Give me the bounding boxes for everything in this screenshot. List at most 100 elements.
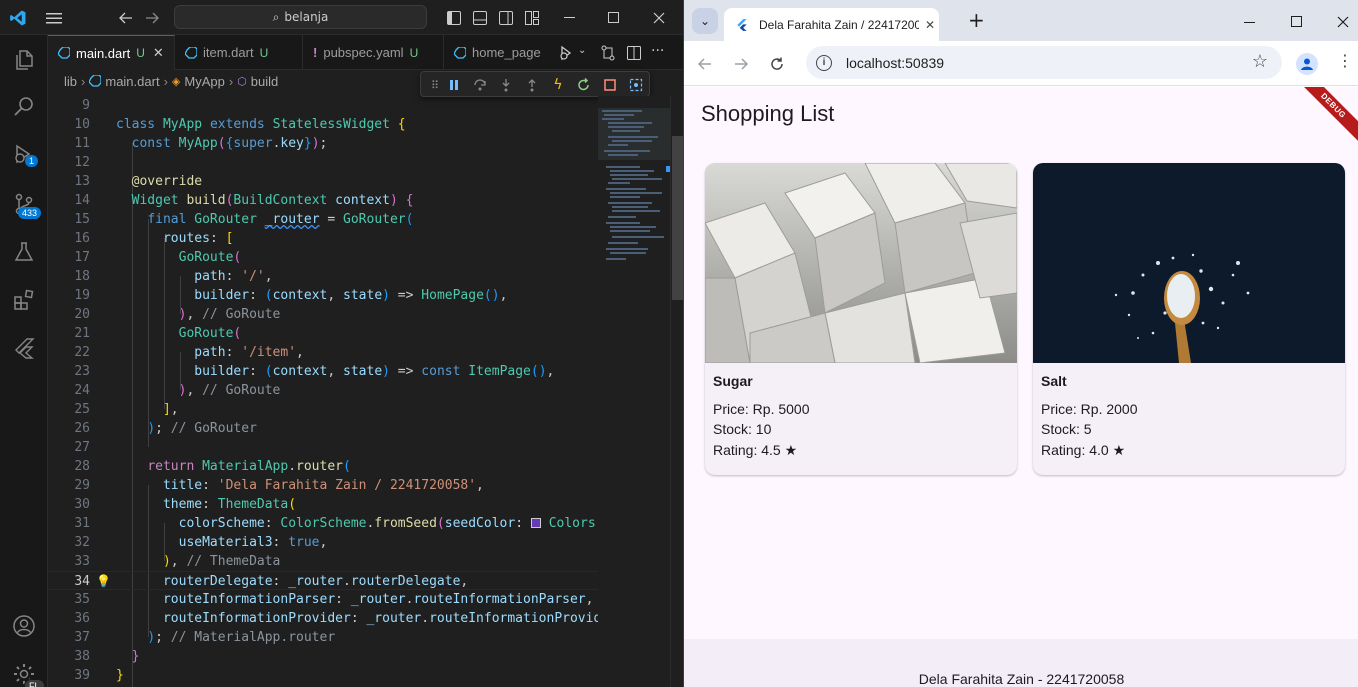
untracked-badge: U (409, 45, 419, 60)
tab-main-dart[interactable]: main.dart U ✕ (48, 35, 175, 70)
profile-icon (1301, 58, 1313, 70)
address-bar[interactable]: i localhost:50839 ☆ (806, 46, 1282, 79)
minimize-icon[interactable] (556, 0, 584, 35)
code-line: 15 final GoRouter _router = GoRouter( (74, 212, 414, 227)
code-line: 11 const MyApp({super.key}); (74, 136, 328, 151)
run-debug-icon[interactable]: 1 (0, 131, 48, 177)
screen: ⌕ belanja 1 433 FL main.dart U ✕ item.da… (0, 0, 1358, 687)
code-line: 14 Widget build(BuildContext context) { (74, 193, 414, 208)
extensions-icon[interactable] (0, 277, 48, 323)
vscode-window: ⌕ belanja 1 433 FL main.dart U ✕ item.da… (0, 0, 683, 687)
forward-arrow-icon[interactable] (734, 56, 749, 75)
code-line: 17 GoRoute( (74, 250, 242, 265)
reload-icon[interactable] (770, 56, 784, 75)
stop-icon[interactable] (601, 76, 619, 94)
step-out-icon[interactable] (523, 76, 541, 94)
code-line: 35 routeInformationParser: _router.route… (74, 592, 594, 607)
code-line: 25 ], (74, 402, 179, 417)
browser-tab-active[interactable]: Dela Farahita Zain / 2241720058 ✕ (724, 8, 939, 41)
minimap[interactable] (598, 96, 670, 687)
code-line: 22 path: '/item', (74, 345, 304, 360)
back-arrow-icon[interactable] (114, 0, 138, 35)
breadcrumb-item[interactable]: lib (64, 74, 77, 89)
product-card-salt[interactable]: Salt Price: Rp. 2000 Stock: 5 Rating: 4.… (1033, 163, 1345, 475)
step-into-icon[interactable] (497, 76, 515, 94)
app-footer: Dela Farahita Zain - 2241720058 (684, 639, 1358, 687)
explorer-icon[interactable] (0, 37, 48, 83)
tab-pubspec-yaml[interactable]: ! pubspec.yaml U (303, 35, 444, 70)
more-actions-icon[interactable]: ··· (651, 43, 664, 59)
tab-home-page[interactable]: home_page (444, 35, 566, 70)
compare-changes-icon[interactable] (600, 45, 616, 61)
breadcrumb-item[interactable]: MyApp (184, 74, 224, 89)
site-info-icon[interactable]: i (816, 54, 832, 71)
toggle-primary-sidebar-icon[interactable] (443, 0, 465, 35)
run-debug-dropdown-icon[interactable] (558, 44, 576, 62)
code-line: 16 routes: [ (74, 231, 234, 246)
code-line: 18 path: '/', (74, 269, 273, 284)
product-name: Salt (1041, 373, 1067, 389)
editor-scrollbar[interactable] (670, 96, 683, 687)
account-icon[interactable] (0, 603, 48, 649)
code-line: 12 (74, 155, 90, 170)
page-title: Shopping List (701, 101, 835, 126)
footer-text: Dela Farahita Zain - 2241720058 (918, 671, 1125, 687)
pause-icon[interactable] (445, 76, 463, 94)
minimize-icon[interactable] (1244, 13, 1256, 32)
menu-icon[interactable] (42, 0, 66, 35)
step-over-icon[interactable] (471, 76, 489, 94)
product-price: Price: Rp. 5000 (713, 401, 810, 417)
tab-close-icon[interactable]: ✕ (925, 18, 935, 32)
toggle-panel-icon[interactable] (469, 0, 491, 35)
code-line: 21 GoRoute( (74, 326, 242, 341)
close-icon[interactable] (645, 0, 673, 35)
product-card-sugar[interactable]: Sugar Price: Rp. 5000 Stock: 10 Rating: … (705, 163, 1017, 475)
lightbulb-icon[interactable]: 💡 (96, 572, 111, 591)
untracked-badge: U (259, 45, 269, 60)
maximize-icon[interactable] (600, 0, 628, 35)
tab-search-icon[interactable]: ⌄ (692, 8, 718, 34)
breadcrumb-item[interactable]: main.dart (105, 74, 159, 89)
chrome-menu-icon[interactable]: ⋮ (1337, 53, 1353, 69)
manage-gear-icon[interactable]: FL (0, 651, 48, 687)
maximize-icon[interactable] (1291, 13, 1303, 32)
search-sidebar-icon[interactable] (0, 83, 48, 129)
code-line: 19 builder: (context, state) => HomePage… (74, 288, 508, 303)
url-text: localhost:50839 (846, 54, 945, 71)
code-line: 27 (74, 440, 90, 455)
back-arrow-icon[interactable] (697, 56, 712, 75)
product-rating: Rating: 4.0 ★ (1041, 442, 1126, 458)
code-editor[interactable]: 9 10 class MyApp extends StatelessWidget … (48, 96, 611, 687)
forward-arrow-icon[interactable] (140, 0, 164, 35)
editor-tabs: main.dart U ✕ item.dart U ! pubspec.yaml… (48, 35, 683, 70)
salt-image (1033, 163, 1345, 363)
command-center-search[interactable]: ⌕ belanja (174, 5, 427, 29)
yaml-file-icon: ! (313, 45, 318, 60)
bookmark-star-icon[interactable]: ☆ (1252, 51, 1268, 72)
toggle-secondary-sidebar-icon[interactable] (495, 0, 517, 35)
flutter-icon[interactable] (0, 325, 48, 371)
tab-close-icon[interactable]: ✕ (153, 45, 164, 61)
drag-handle-icon[interactable]: ⠿ (426, 76, 444, 94)
hot-restart-icon[interactable] (575, 76, 593, 94)
code-line: 26 ); // GoRouter (74, 421, 257, 436)
widget-inspector-icon[interactable] (627, 76, 645, 94)
source-control-icon[interactable]: 433 (0, 181, 48, 227)
code-line: 20 ), // GoRoute (74, 307, 281, 322)
new-tab-icon[interactable]: + (968, 9, 985, 31)
customize-layout-icon[interactable] (521, 0, 543, 35)
close-icon[interactable] (1337, 13, 1349, 32)
profile-avatar[interactable] (1296, 53, 1318, 75)
product-price: Price: Rp. 2000 (1041, 401, 1138, 417)
run-debug-badge: 1 (25, 155, 39, 167)
chevron-down-icon[interactable]: ⌄ (578, 45, 586, 56)
split-editor-icon[interactable] (626, 45, 642, 61)
chevron-right-icon: › (228, 73, 234, 89)
scrollbar-thumb[interactable] (672, 136, 683, 300)
tab-item-dart[interactable]: item.dart U (175, 35, 303, 70)
dart-file-icon (185, 46, 197, 59)
code-line: 36 routeInformationProvider: _router.rou… (74, 611, 610, 626)
testing-icon[interactable] (0, 229, 48, 275)
breadcrumb-item[interactable]: build (251, 74, 278, 89)
hot-reload-icon[interactable]: ϟ (549, 76, 567, 94)
